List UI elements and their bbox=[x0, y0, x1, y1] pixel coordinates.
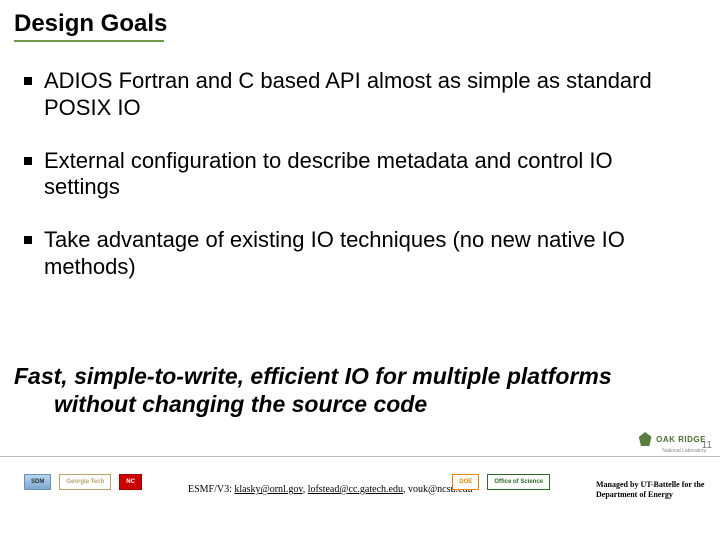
logos-right: DOE Office of Science bbox=[452, 474, 550, 490]
ornl-sublabel: National Laboratory bbox=[662, 448, 706, 454]
office-of-science-logo: Office of Science bbox=[487, 474, 550, 490]
sdm-logo: SDM bbox=[24, 474, 51, 490]
leaf-icon bbox=[638, 432, 652, 446]
slide-title: Design Goals bbox=[14, 10, 167, 38]
summary-text: Fast, simple-to-write, efficient IO for … bbox=[14, 362, 688, 418]
contact-line: ESMF/V3: klasky@ornl.gov, lofstead@cc.ga… bbox=[188, 484, 472, 495]
ncsu-logo: NC bbox=[119, 474, 142, 490]
ornl-label: OAK RIDGE bbox=[656, 435, 706, 444]
logos-left: SDM Georgia Tech NC bbox=[24, 474, 142, 490]
list-item: ADIOS Fortran and C based API almost as … bbox=[24, 68, 688, 122]
bullet-icon bbox=[24, 157, 32, 165]
footer: OAK RIDGE National Laboratory SDM Georgi… bbox=[0, 456, 720, 540]
bullet-text: External configuration to describe metad… bbox=[44, 148, 688, 202]
list-item: Take advantage of existing IO techniques… bbox=[24, 227, 688, 281]
bullet-icon bbox=[24, 236, 32, 244]
slide: Design Goals ADIOS Fortran and C based A… bbox=[0, 0, 720, 540]
list-item: External configuration to describe metad… bbox=[24, 148, 688, 202]
managed-by-text: Managed by UT-Battelle for the Departmen… bbox=[596, 480, 706, 499]
georgia-tech-logo: Georgia Tech bbox=[59, 474, 111, 490]
bullet-icon bbox=[24, 77, 32, 85]
ornl-logo: OAK RIDGE bbox=[638, 432, 706, 446]
doe-seal: DOE bbox=[452, 474, 479, 490]
title-underline bbox=[14, 40, 164, 42]
bullet-text: Take advantage of existing IO techniques… bbox=[44, 227, 688, 281]
contact-prefix: ESMF/V3: bbox=[188, 484, 234, 495]
bullet-text: ADIOS Fortran and C based API almost as … bbox=[44, 68, 688, 122]
contact-link[interactable]: lofstead@cc.gatech.edu bbox=[308, 484, 403, 495]
bullet-list: ADIOS Fortran and C based API almost as … bbox=[24, 68, 688, 307]
contact-link[interactable]: klasky@ornl.gov bbox=[234, 484, 302, 495]
